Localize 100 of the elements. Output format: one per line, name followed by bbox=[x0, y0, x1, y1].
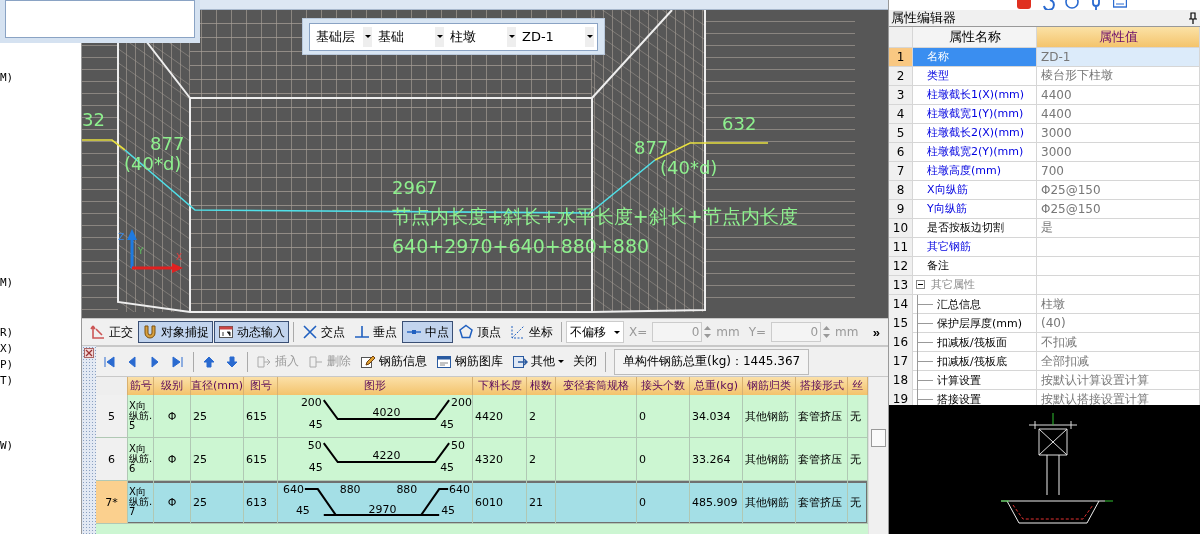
property-name[interactable]: 保护层厚度(mm) bbox=[937, 315, 1022, 331]
x-label: X= bbox=[629, 325, 648, 339]
property-name[interactable]: 搭接设置 bbox=[937, 391, 981, 405]
property-name[interactable]: 其它钢筋 bbox=[927, 239, 971, 255]
property-name[interactable]: 柱墩截宽1(Y)(mm) bbox=[927, 106, 1024, 122]
scrollbar-thumb[interactable] bbox=[871, 429, 886, 447]
table-row[interactable]: 5 X向纵筋.5 Φ 25 615 200 200 4020 45 45 4420 2 0 34.034 其他钢筋 套管挤压 无 bbox=[96, 395, 868, 438]
toggle-button[interactable]: 垂点 bbox=[350, 321, 401, 343]
property-value[interactable]: 3000 bbox=[1041, 144, 1072, 159]
property-value[interactable]: ZD-1 bbox=[1041, 49, 1071, 64]
property-name[interactable]: X向纵筋 bbox=[927, 182, 968, 198]
property-name[interactable]: Y向纵筋 bbox=[927, 201, 967, 217]
dropdown[interactable]: 基础层 bbox=[313, 26, 372, 47]
property-value[interactable]: 700 bbox=[1041, 163, 1064, 178]
cross-icon bbox=[302, 324, 318, 340]
toolbar-button[interactable]: 钢筋图库 bbox=[432, 350, 507, 373]
toolbar-button[interactable]: 钢筋信息 bbox=[356, 350, 431, 373]
shape-dimension: 880 bbox=[396, 483, 418, 497]
shape-dimension: 640 bbox=[283, 483, 304, 497]
shape-dimension: 45 bbox=[295, 503, 310, 517]
corner-cell[interactable] bbox=[889, 26, 913, 47]
table-row[interactable]: 6 X向纵筋.6 Φ 25 615 50 50 4220 45 45 4320 2 0 33.264 其他钢筋 套管挤压 无 bbox=[96, 438, 868, 481]
down-arrow-icon bbox=[224, 353, 240, 370]
shape-dimension: 880 bbox=[339, 483, 361, 497]
toggle-button[interactable]: 动态输入 bbox=[214, 321, 289, 343]
property-value[interactable]: 棱台形下柱墩 bbox=[1041, 67, 1113, 85]
pin-icon[interactable] bbox=[1188, 11, 1198, 24]
insert-row-icon bbox=[256, 353, 272, 370]
menu-text-fragment: M) bbox=[0, 275, 15, 291]
property-name[interactable]: 类型 bbox=[927, 68, 949, 84]
dimension-label: 877 bbox=[150, 134, 185, 154]
property-value[interactable]: 4400 bbox=[1041, 106, 1072, 121]
property-value[interactable]: 4400 bbox=[1041, 87, 1072, 102]
scrollbar[interactable] bbox=[868, 377, 888, 534]
overflow-button[interactable]: » bbox=[868, 324, 884, 340]
corner-cell[interactable] bbox=[96, 377, 128, 395]
column-header[interactable]: 属性值 bbox=[1037, 26, 1200, 47]
menu-text-fragment: P) bbox=[0, 357, 15, 373]
microphone-icon[interactable] bbox=[1089, 0, 1103, 10]
dropdown[interactable]: 基础 bbox=[375, 26, 444, 47]
tree-line bbox=[917, 313, 933, 333]
property-value[interactable]: (40) bbox=[1041, 316, 1066, 331]
close-icon[interactable] bbox=[84, 348, 94, 358]
property-value[interactable]: 不扣减 bbox=[1041, 333, 1077, 351]
row-header[interactable]: 5 bbox=[96, 395, 128, 438]
menu-text-fragment: X) bbox=[0, 341, 15, 357]
edit-icon bbox=[360, 353, 376, 370]
perpendicular-icon bbox=[354, 324, 370, 340]
property-name[interactable]: 其它属性 bbox=[931, 277, 975, 293]
property-value[interactable]: Φ25@150 bbox=[1041, 182, 1101, 197]
row-header[interactable]: 6 bbox=[96, 438, 128, 481]
property-name[interactable]: 柱墩高度(mm) bbox=[927, 163, 1001, 179]
property-value[interactable]: 3000 bbox=[1041, 125, 1072, 140]
pentagon-icon bbox=[458, 324, 474, 340]
property-value[interactable]: 按默认搭接设置计算 bbox=[1041, 390, 1149, 405]
shape-dimension: 45 bbox=[308, 460, 323, 474]
property-name[interactable]: 备注 bbox=[927, 258, 949, 274]
shape-dimension: 50 bbox=[307, 439, 322, 453]
property-name[interactable]: 柱墩截长1(X)(mm) bbox=[927, 87, 1025, 103]
row-header[interactable]: 7* bbox=[96, 481, 128, 524]
calendar-icon bbox=[218, 324, 234, 340]
collapse-icon[interactable] bbox=[916, 280, 925, 290]
dropdown[interactable]: 柱墩 bbox=[447, 26, 516, 47]
toggle-button[interactable]: 坐标 bbox=[506, 321, 557, 343]
offset-dropdown[interactable]: 不偏移 bbox=[566, 321, 624, 343]
property-value[interactable]: 柱墩 bbox=[1041, 295, 1065, 313]
shape-dimension: 4020 bbox=[372, 406, 401, 419]
property-value[interactable]: 全部扣减 bbox=[1041, 352, 1089, 370]
property-value[interactable]: Φ25@150 bbox=[1041, 201, 1101, 216]
property-name[interactable]: 扣减板/筏板底 bbox=[937, 353, 1007, 369]
menu-text-fragment: W) bbox=[0, 438, 15, 454]
property-name[interactable]: 柱墩截宽2(Y)(mm) bbox=[927, 144, 1024, 160]
close-button[interactable]: 关闭 bbox=[569, 350, 601, 373]
property-name[interactable]: 计算设置 bbox=[937, 372, 981, 388]
toggle-button[interactable]: 顶点 bbox=[454, 321, 505, 343]
property-name[interactable]: 是否按板边切割 bbox=[927, 220, 1004, 236]
window-icon bbox=[436, 353, 452, 370]
property-name[interactable]: 扣减板/筏板面 bbox=[937, 334, 1007, 350]
dropdown-button[interactable]: 其他 bbox=[508, 350, 568, 373]
toggle-button[interactable]: 中点 bbox=[402, 321, 453, 343]
property-name[interactable]: 汇总信息 bbox=[937, 296, 981, 312]
shape-dimension: 2970 bbox=[368, 502, 397, 516]
shape-dimension: 640 bbox=[449, 483, 470, 497]
property-value[interactable]: 按默认计算设置计算 bbox=[1041, 371, 1149, 389]
y-label: Y= bbox=[748, 325, 767, 339]
property-name[interactable]: 柱墩截长2(X)(mm) bbox=[927, 125, 1025, 141]
column-header[interactable]: 属性名称 bbox=[913, 26, 1037, 47]
logo-icon[interactable] bbox=[1017, 0, 1031, 10]
dimension-label: 877 bbox=[634, 138, 669, 158]
panel-grip[interactable] bbox=[82, 346, 96, 534]
toggle-button[interactable]: 交点 bbox=[298, 321, 349, 343]
dimension-label: 632 bbox=[722, 114, 757, 134]
toggle-button[interactable]: 对象捕捉 bbox=[138, 321, 213, 343]
property-value[interactable]: 是 bbox=[1041, 219, 1053, 237]
dimension-label: 2967 bbox=[392, 178, 438, 198]
shape-dimension: 45 bbox=[440, 460, 455, 474]
shape-dimension: 200 bbox=[300, 396, 322, 410]
table-row[interactable]: 7* X向纵筋.7 Φ 25 613 640 880 880 640 45 2970 45 6010 21 0 485.909 其他钢筋 套管挤压 无 bbox=[96, 481, 868, 524]
dropdown[interactable]: ZD-1 bbox=[519, 26, 594, 47]
toggle-button[interactable]: 正交 bbox=[86, 321, 137, 343]
